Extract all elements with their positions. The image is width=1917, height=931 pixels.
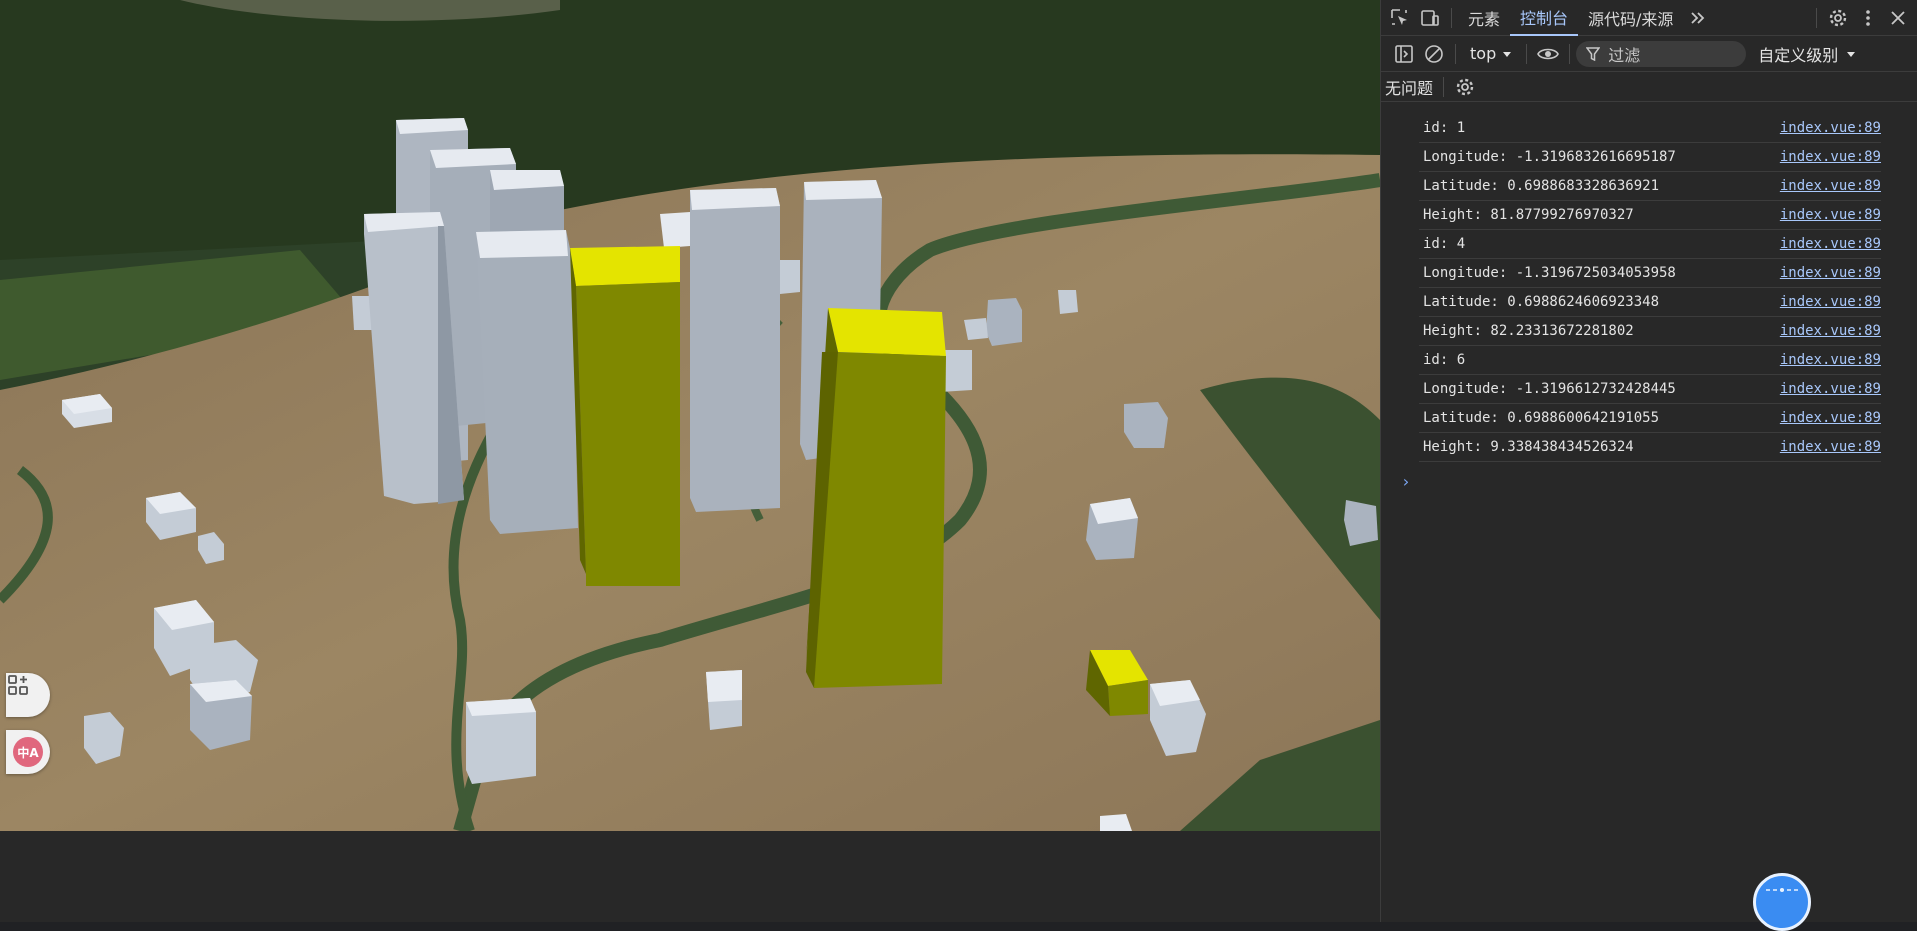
log-message: Longitude: -1.3196725034053958 <box>1423 265 1676 281</box>
log-message: Longitude: -1.3196612732428445 <box>1423 381 1676 397</box>
log-entry: Longitude: -1.3196832616695187 index.vue:… <box>1419 143 1881 172</box>
log-entry: id: 1 index.vue:89 <box>1419 114 1881 143</box>
console-prompt[interactable]: › <box>1401 472 1917 491</box>
compass-icon <box>1766 888 1798 892</box>
log-source-link[interactable]: index.vue:89 <box>1780 178 1881 194</box>
log-entry: Latitude: 0.6988624606923348 index.vue:89 <box>1419 288 1881 317</box>
log-entry: Height: 9.338438434526324 index.vue:89 <box>1419 433 1881 462</box>
divider <box>1451 7 1452 28</box>
log-source-link[interactable]: index.vue:89 <box>1780 323 1881 339</box>
devtools-panel: 元素 控制台 源代码/来源 top 过滤 自定义级别 无问题 id: 1 ind… <box>1380 0 1917 922</box>
translate-icon: 中A <box>13 737 43 767</box>
tab-elements[interactable]: 元素 <box>1458 0 1510 36</box>
divider <box>1443 76 1445 97</box>
sidebar-toggle-icon[interactable] <box>1389 39 1419 69</box>
log-source-link[interactable]: index.vue:89 <box>1780 207 1881 223</box>
log-level-selector[interactable]: 自定义级别 <box>1758 42 1856 66</box>
console-settings-gear-icon[interactable] <box>1450 72 1480 102</box>
apps-add-icon <box>8 675 28 695</box>
log-message: Height: 9.338438434526324 <box>1423 439 1634 455</box>
viewport-footer-area <box>0 831 1380 922</box>
log-level-label: 自定义级别 <box>1758 45 1839 65</box>
console-toolbar: top 过滤 自定义级别 <box>1381 36 1917 72</box>
caret-down-icon <box>1847 51 1856 57</box>
add-widget-button[interactable] <box>6 673 50 717</box>
log-source-link[interactable]: index.vue:89 <box>1780 236 1881 252</box>
translate-button[interactable]: 中A <box>6 730 50 774</box>
log-source-link[interactable]: index.vue:89 <box>1780 410 1881 426</box>
divider <box>1455 43 1456 64</box>
log-message: Latitude: 0.6988600642191055 <box>1423 410 1660 426</box>
log-entry: id: 4 index.vue:89 <box>1419 230 1881 259</box>
issues-bar: 无问题 <box>1381 72 1917 102</box>
log-source-link[interactable]: index.vue:89 <box>1780 439 1881 455</box>
more-tabs-chevron-icon[interactable] <box>1683 3 1713 33</box>
device-toolbar-icon[interactable] <box>1415 3 1445 33</box>
log-source-link[interactable]: index.vue:89 <box>1780 265 1881 281</box>
context-label: top <box>1470 44 1497 63</box>
log-message: id: 1 <box>1423 120 1466 136</box>
divider <box>1816 7 1817 28</box>
divider <box>1569 43 1571 64</box>
log-entry: Latitude: 0.6988683328636921 index.vue:89 <box>1419 172 1881 201</box>
log-message: Latitude: 0.6988624606923348 <box>1423 294 1660 310</box>
log-entry: Height: 82.23313672281802 index.vue:89 <box>1419 317 1881 346</box>
log-entry: Latitude: 0.6988600642191055 index.vue:89 <box>1419 404 1881 433</box>
filter-input[interactable]: 过滤 <box>1576 40 1747 67</box>
log-message: id: 4 <box>1423 236 1466 252</box>
live-expression-eye-icon[interactable] <box>1533 39 1563 69</box>
log-source-link[interactable]: index.vue:89 <box>1780 352 1881 368</box>
log-entry: Longitude: -1.3196725034053958 index.vue:… <box>1419 259 1881 288</box>
log-message: Longitude: -1.3196832616695187 <box>1423 149 1676 165</box>
filter-placeholder: 过滤 <box>1608 45 1641 65</box>
log-source-link[interactable]: index.vue:89 <box>1780 149 1881 165</box>
log-source-link[interactable]: index.vue:89 <box>1780 120 1881 136</box>
log-message: Height: 81.87799276970327 <box>1423 207 1634 223</box>
filter-funnel-icon <box>1586 46 1601 61</box>
divider <box>1526 43 1528 64</box>
log-message: id: 6 <box>1423 352 1466 368</box>
close-icon[interactable] <box>1883 3 1913 33</box>
compass-widget[interactable] <box>1753 873 1811 931</box>
clear-console-icon[interactable] <box>1419 39 1449 69</box>
log-message: Height: 82.23313672281802 <box>1423 323 1634 339</box>
log-entry: id: 6 index.vue:89 <box>1419 346 1881 375</box>
log-message: Latitude: 0.6988683328636921 <box>1423 178 1660 194</box>
tab-console[interactable]: 控制台 <box>1510 0 1579 36</box>
log-source-link[interactable]: index.vue:89 <box>1780 294 1881 310</box>
log-source-link[interactable]: index.vue:89 <box>1780 381 1881 397</box>
devtools-tab-bar: 元素 控制台 源代码/来源 <box>1381 0 1917 36</box>
map-scene <box>0 0 1380 831</box>
context-selector[interactable]: top <box>1462 44 1520 63</box>
settings-gear-icon[interactable] <box>1823 3 1853 33</box>
tab-sources[interactable]: 源代码/来源 <box>1578 0 1683 36</box>
log-entry: Height: 81.87799276970327 index.vue:89 <box>1419 201 1881 230</box>
more-options-icon[interactable] <box>1853 3 1883 33</box>
inspect-element-icon[interactable] <box>1385 3 1415 33</box>
console-log: id: 1 index.vue:89 Longitude: -1.31968326… <box>1381 114 1917 491</box>
caret-down-icon <box>1503 51 1512 57</box>
issues-count[interactable]: 无问题 <box>1381 75 1437 99</box>
3d-map-viewport[interactable]: 中A <box>0 0 1380 831</box>
log-entry: Longitude: -1.3196612732428445 index.vue:… <box>1419 375 1881 404</box>
